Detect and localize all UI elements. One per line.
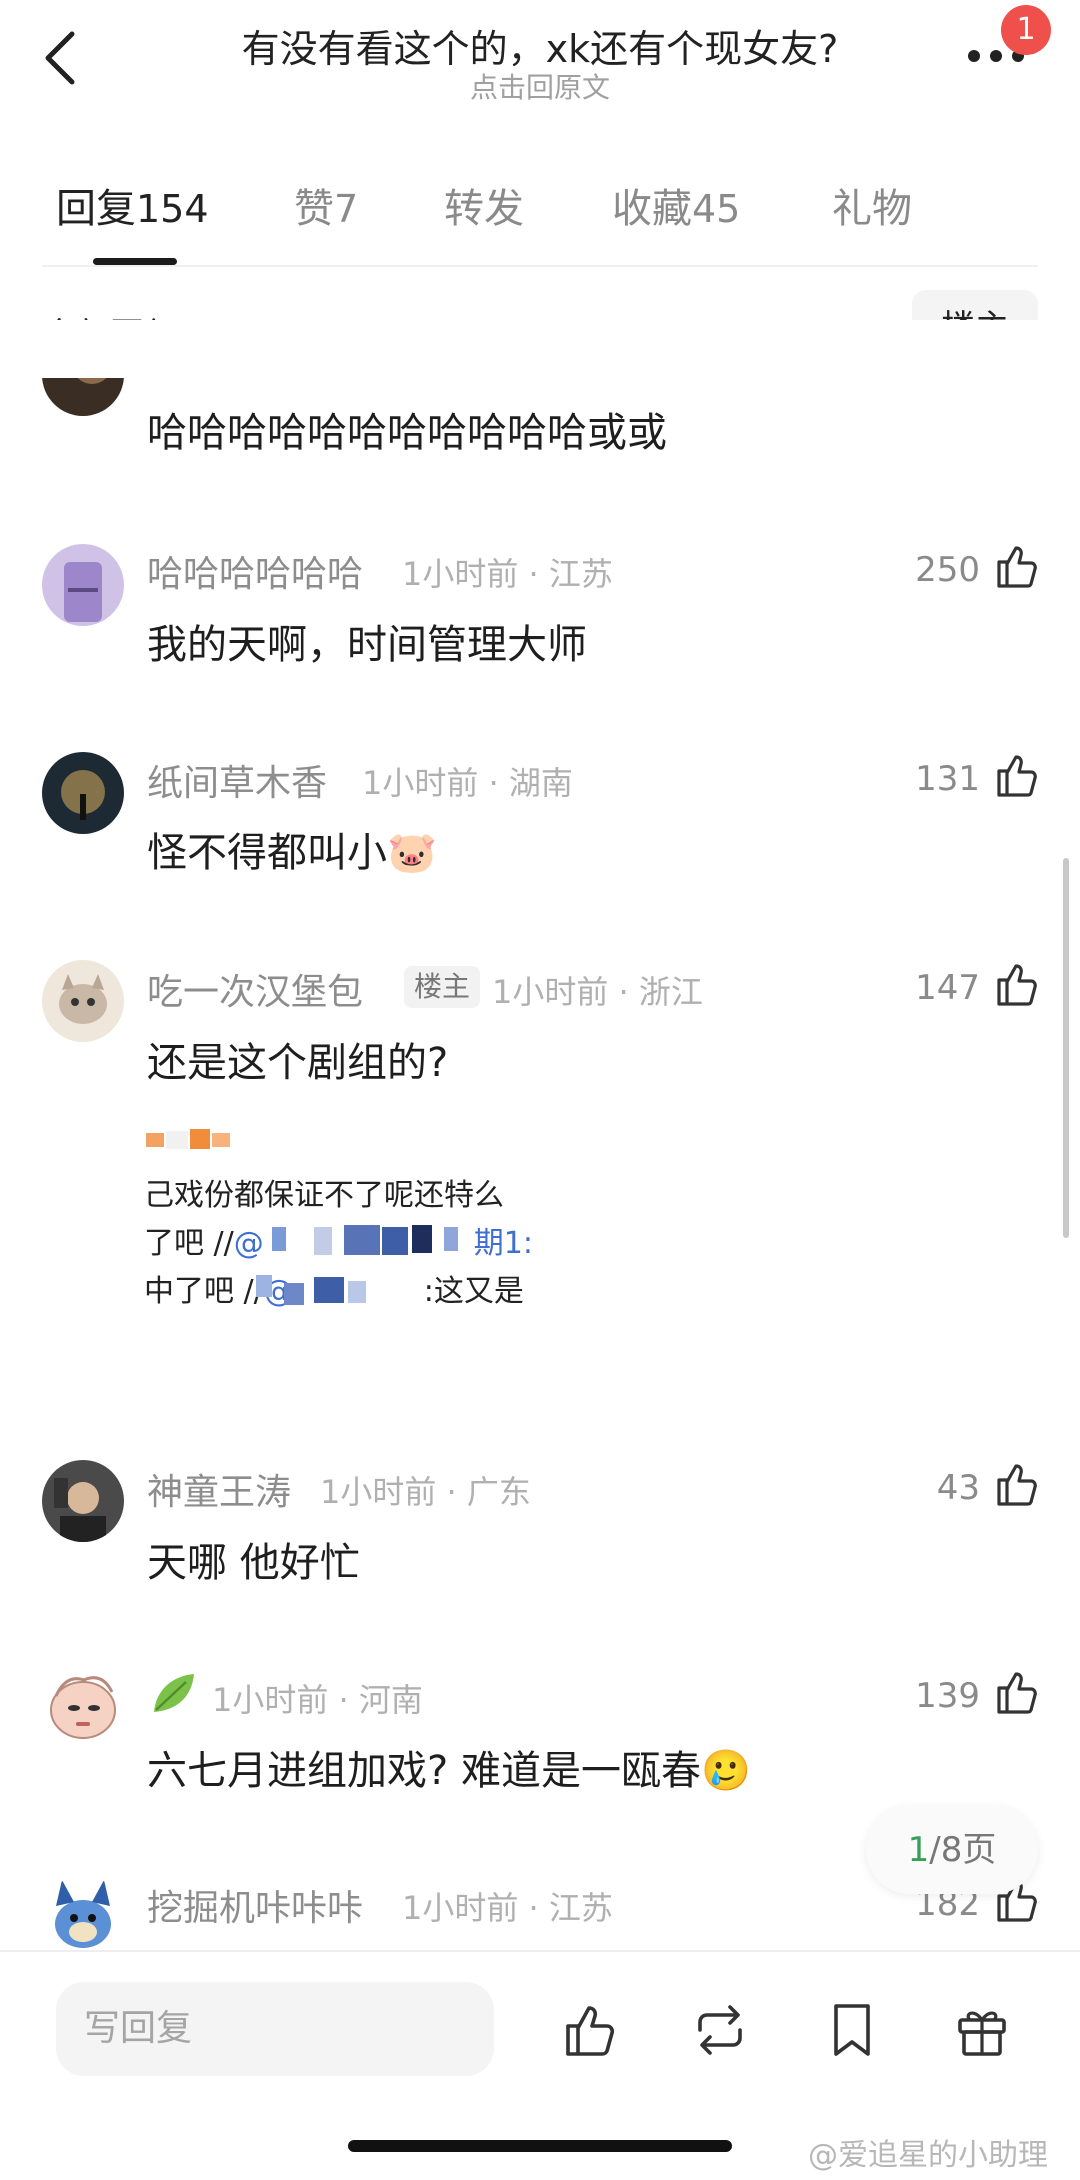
reply-input[interactable]: 写回复	[56, 1982, 494, 2076]
avatar[interactable]	[42, 544, 124, 626]
leaf-icon	[154, 1674, 194, 1712]
tab-reposts[interactable]: 转发	[444, 176, 524, 234]
comment-text: 哈哈哈哈哈哈哈哈哈哈哈或或	[147, 410, 667, 456]
avatar[interactable]	[42, 1876, 124, 1950]
comment-meta: 1小时前 · 广东	[320, 1473, 531, 1511]
tab-replies-count: 154	[136, 187, 209, 231]
page-indicator[interactable]: 1/8页	[866, 1806, 1038, 1894]
crying-face-emoji: 🥲	[700, 1748, 751, 1794]
scrollbar[interactable]	[1063, 858, 1069, 1238]
image-text-line: 己戏份都保证不了呢还特么	[144, 1178, 504, 1213]
comment-meta: 1小时前 · 江苏	[402, 555, 613, 593]
image-text-suffix: :这又是	[423, 1274, 524, 1309]
image-text-prefix: 了吧 //	[144, 1226, 234, 1261]
tab-likes-label: 赞	[294, 186, 334, 232]
repost-icon[interactable]	[690, 2000, 750, 2060]
home-indicator[interactable]	[348, 2140, 732, 2152]
like-icon[interactable]	[993, 960, 1041, 1008]
tab-replies[interactable]: 回复154	[56, 176, 209, 234]
tab-favorites-count: 45	[692, 187, 741, 231]
tab-reposts-label: 转发	[444, 186, 524, 232]
like-icon[interactable]	[993, 751, 1041, 799]
avatar[interactable]	[42, 1668, 124, 1750]
like-icon[interactable]	[993, 1668, 1041, 1716]
tab-likes[interactable]: 赞7	[294, 176, 358, 234]
scroll-mask	[0, 320, 1080, 378]
avatar[interactable]	[42, 752, 124, 834]
comment-text: 怪不得都叫小🐷	[147, 820, 437, 878]
tab-gifts[interactable]: 礼物	[832, 176, 912, 234]
image-text-prefix: 中了吧 //	[144, 1274, 264, 1309]
like-icon[interactable]	[993, 1460, 1041, 1508]
comment-text: 还是这个剧组的?	[147, 1040, 449, 1086]
tab-likes-count: 7	[334, 187, 359, 231]
tab-replies-label: 回复	[56, 186, 136, 232]
comment-meta: 1小时前 · 湖南	[362, 764, 573, 802]
like-count: 147	[915, 968, 980, 1008]
like-count: 139	[915, 1676, 980, 1716]
comment-image[interactable]: 己戏份都保证不了呢还特么 了吧 //@ 期1: 中了吧 // @ :这又是	[144, 1115, 554, 1355]
watermark: @爱追星的小助理	[808, 2138, 1048, 2173]
post-title[interactable]: 有没有看这个的，xk还有个现女友?	[150, 18, 930, 73]
bookmark-icon[interactable]	[822, 2000, 882, 2060]
comment-username[interactable]: 神童王涛	[147, 1463, 291, 1515]
comment-text: 天哪 他好忙	[147, 1540, 360, 1586]
comment-meta: 1小时前 · 河南	[212, 1681, 423, 1719]
comment-text-main: 六七月进组加戏? 难道是一瓯春	[147, 1748, 701, 1794]
comment-username[interactable]: 哈哈哈哈哈哈	[147, 545, 363, 597]
top-nav-bar: 有没有看这个的，xk还有个现女友? 点击回原文 1	[0, 0, 1080, 130]
tab-favorites-label: 收藏	[612, 186, 692, 232]
comment-meta: 1小时前 · 浙江	[492, 973, 703, 1011]
comment-meta: 1小时前 · 江苏	[402, 1889, 613, 1927]
page-total: /8页	[929, 1830, 997, 1870]
like-icon[interactable]	[993, 542, 1041, 590]
notification-badge: 1	[1001, 5, 1051, 55]
image-text-suffix: 期1:	[473, 1226, 533, 1261]
comment-text-main: 怪不得都叫小	[147, 830, 387, 876]
back-arrow-icon[interactable]	[38, 28, 82, 88]
tab-bar: 回复154 赞7 转发 收藏45 礼物	[0, 176, 1080, 266]
like-icon[interactable]	[562, 2000, 622, 2060]
like-count: 250	[915, 550, 980, 590]
back-to-original-link[interactable]: 点击回原文	[150, 66, 930, 106]
like-count: 43	[936, 1468, 980, 1508]
comment-username[interactable]: 纸间草木香	[147, 754, 327, 806]
like-count: 131	[915, 759, 980, 799]
image-text-line: 了吧 //@ 期1:	[144, 1218, 533, 1262]
divider	[42, 265, 1038, 267]
avatar[interactable]	[42, 960, 124, 1042]
op-badge: 楼主	[404, 966, 481, 1008]
mention: @	[233, 1226, 264, 1261]
tab-gifts-label: 礼物	[832, 186, 912, 232]
comment-username[interactable]: 吃一次汉堡包	[147, 963, 363, 1015]
comment-text: 我的天啊，时间管理大师	[147, 622, 587, 668]
current-page: 1	[907, 1830, 930, 1870]
avatar[interactable]	[42, 1460, 124, 1542]
comment-text: 六七月进组加戏? 难道是一瓯春🥲	[147, 1738, 751, 1796]
tab-favorites[interactable]: 收藏45	[612, 176, 740, 234]
pig-emoji: 🐷	[387, 830, 437, 876]
active-tab-indicator	[93, 258, 177, 265]
comment-username[interactable]: 挖掘机咔咔咔	[147, 1879, 363, 1931]
gift-icon[interactable]	[952, 2000, 1012, 2060]
